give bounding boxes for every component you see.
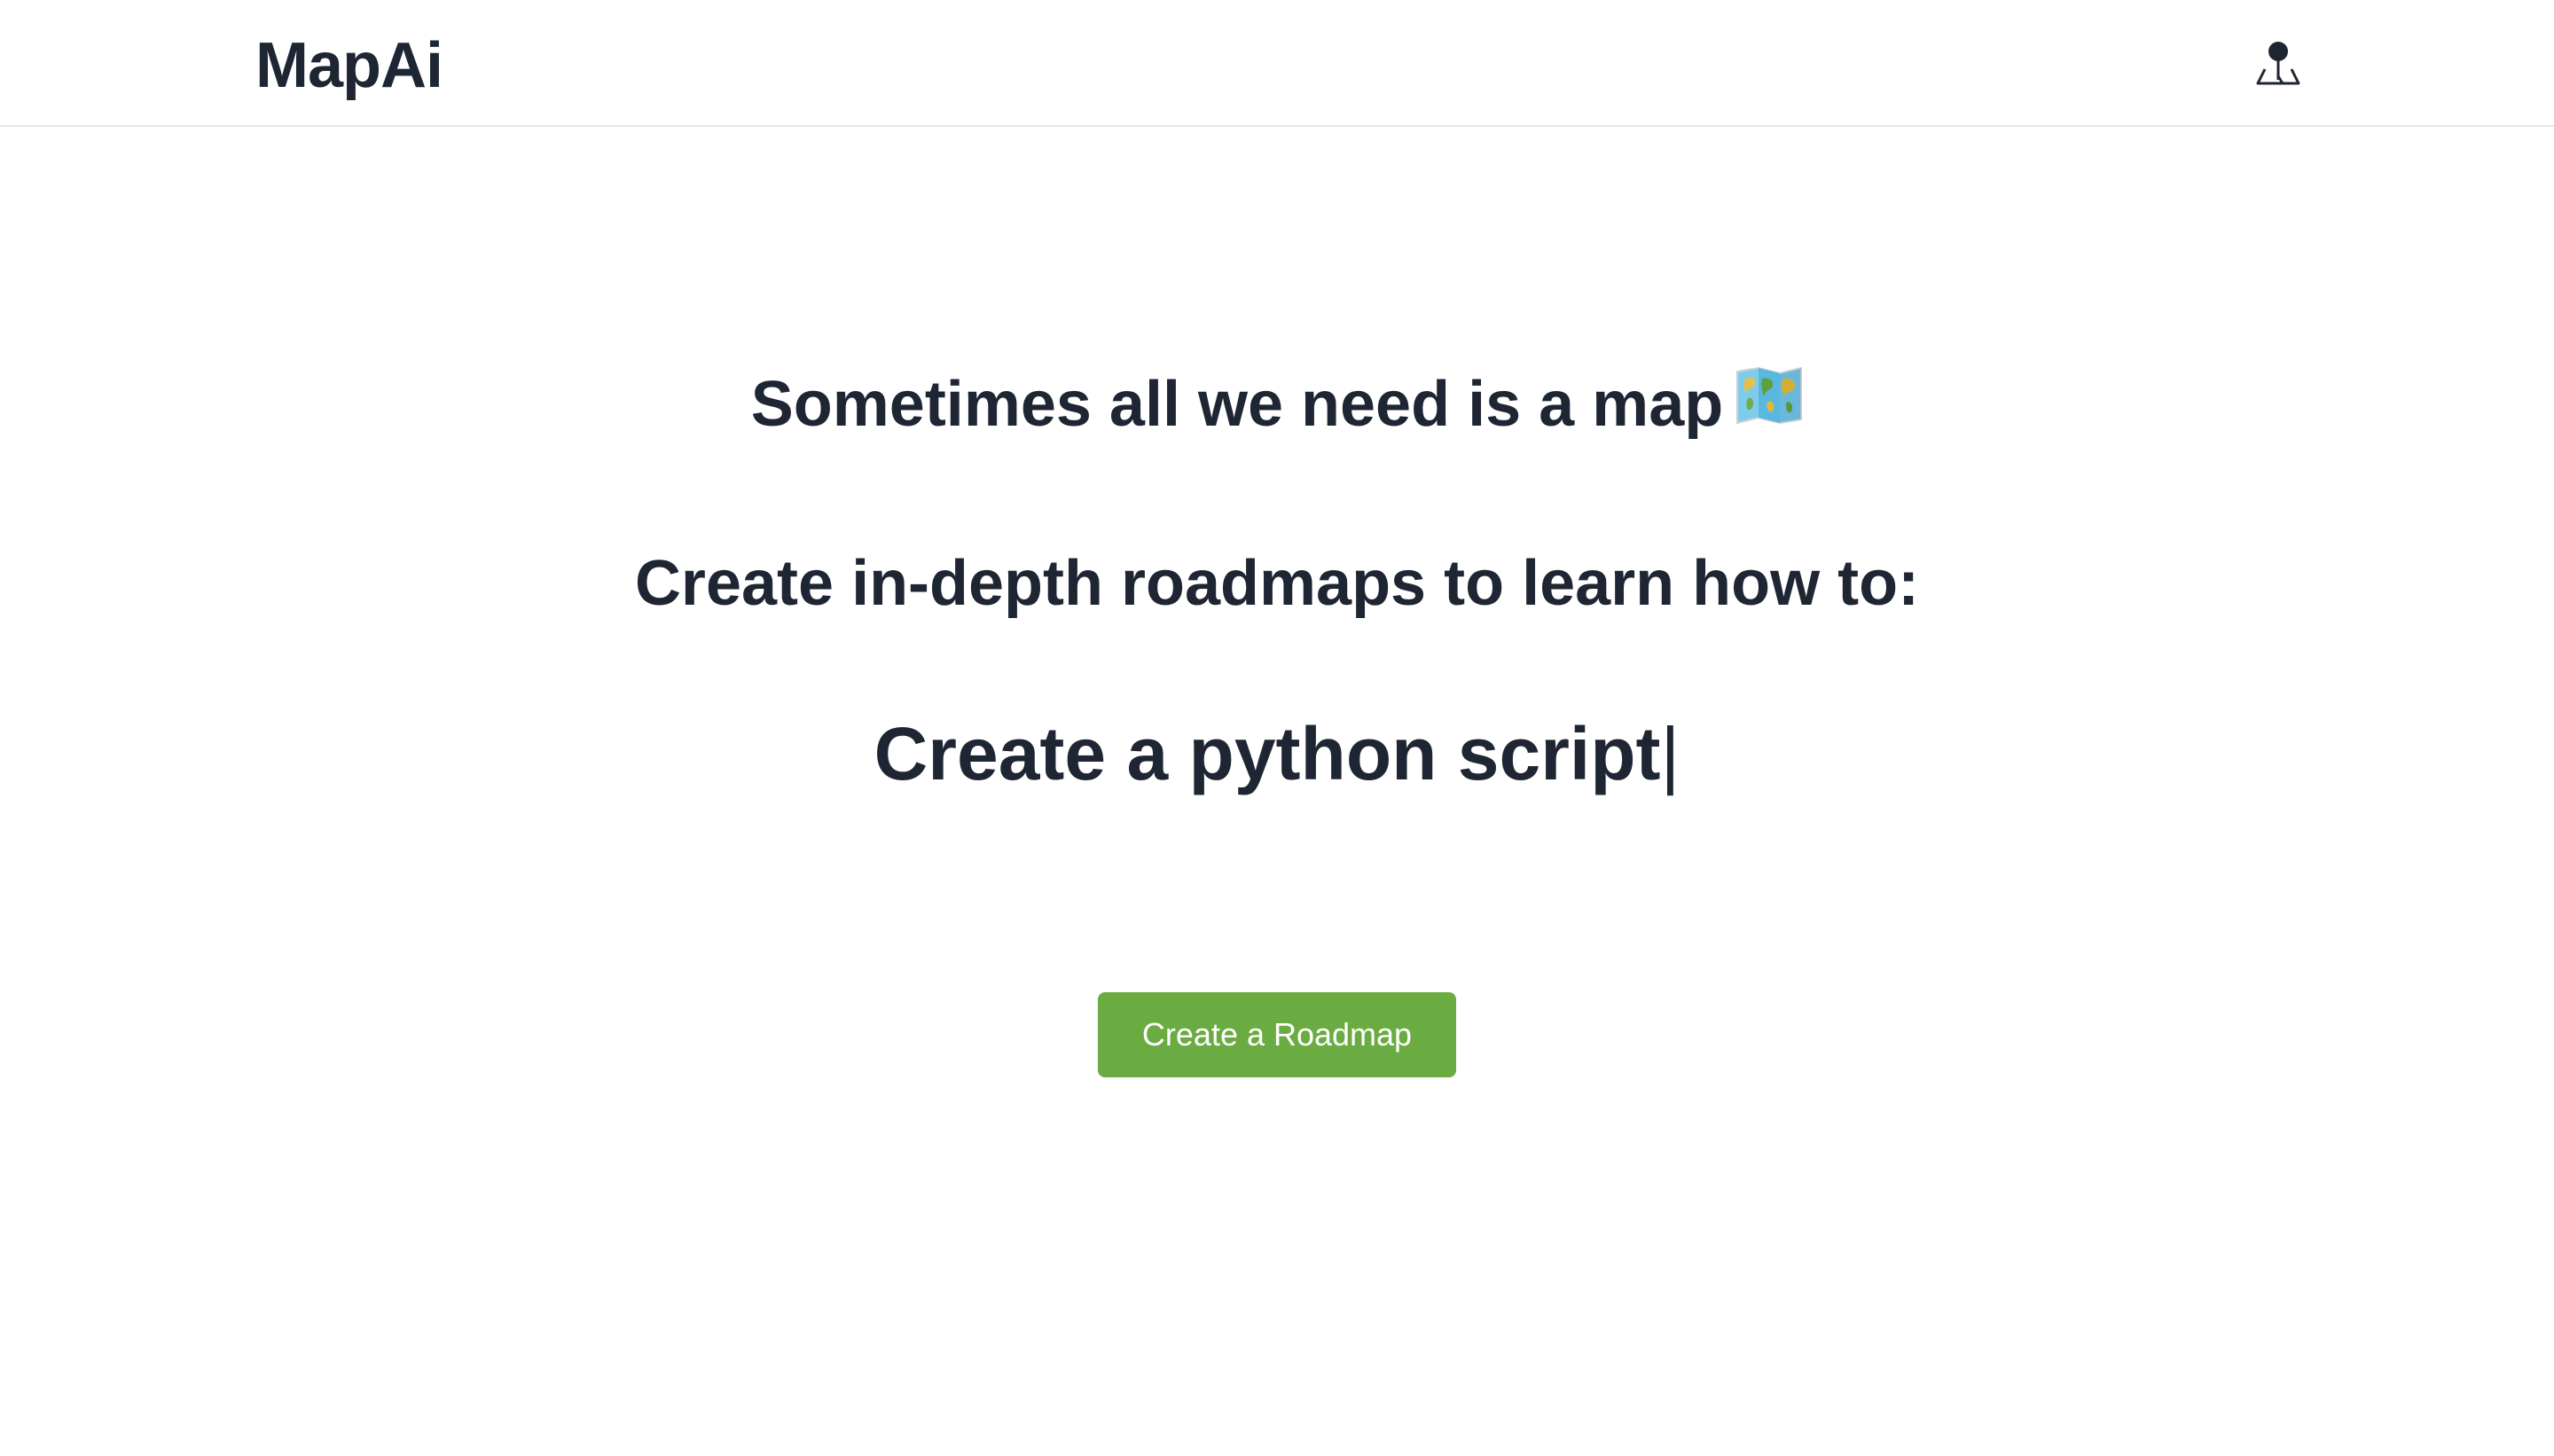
user-pin-icon <box>2256 42 2300 85</box>
brand-logo[interactable]: MapAi <box>255 28 443 103</box>
create-roadmap-button[interactable]: Create a Roadmap <box>1098 992 1456 1077</box>
hero-headline-text: Sometimes all we need is a map <box>750 369 1724 440</box>
typed-goal-text: Create a python script| <box>0 709 2554 798</box>
world-map-icon <box>1735 364 1803 443</box>
top-navbar: MapAi <box>0 0 2554 127</box>
hero-subheadline: Create in-depth roadmaps to learn how to… <box>634 548 1920 619</box>
hero-headline: Sometimes all we need is a map <box>0 364 2554 449</box>
typed-goal-value: Create a python script <box>874 712 1661 795</box>
profile-button[interactable] <box>2251 37 2306 92</box>
typing-cursor: | <box>1660 712 1680 795</box>
